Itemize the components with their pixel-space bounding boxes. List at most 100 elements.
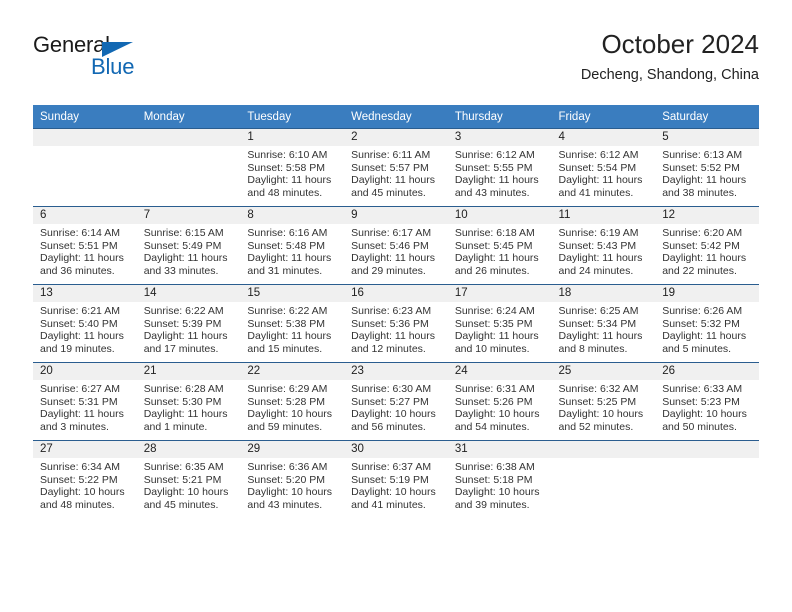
- sunrise-text: Sunrise: 6:35 AM: [143, 461, 224, 473]
- day-cell[interactable]: 29 Sunrise: 6:36 AM Sunset: 5:20 PM Dayligh…: [240, 440, 345, 518]
- day-cell[interactable]: 22 Sunrise: 6:29 AM Sunset: 5:28 PM Dayligh…: [240, 362, 345, 440]
- day-cell[interactable]: 4 Sunrise: 6:12 AM Sunset: 5:54 PM Daylight…: [551, 128, 656, 206]
- day-cell[interactable]: 7 Sunrise: 6:15 AM Sunset: 5:49 PM Daylight…: [136, 206, 241, 284]
- daylight-text: Daylight: 11 hours and 19 minutes.: [40, 330, 124, 355]
- day-cell[interactable]: 17 Sunrise: 6:24 AM Sunset: 5:35 PM Dayligh…: [447, 284, 552, 362]
- daylight-text: Daylight: 10 hours and 52 minutes.: [558, 408, 644, 433]
- day-cell[interactable]: 15 Sunrise: 6:22 AM Sunset: 5:38 PM Dayligh…: [240, 284, 345, 362]
- day-sun-info: Sunrise: 6:28 AM Sunset: 5:30 PM Daylight:…: [137, 380, 241, 433]
- day-number: 29: [240, 441, 345, 458]
- sunrise-text: Sunrise: 6:14 AM: [40, 227, 120, 239]
- daylight-text: Daylight: 10 hours and 54 minutes.: [454, 408, 540, 433]
- daylight-text: Daylight: 11 hours and 10 minutes.: [454, 330, 539, 355]
- sunset-text: Sunset: 5:30 PM: [143, 395, 222, 408]
- day-sun-info: Sunrise: 6:25 AM Sunset: 5:34 PM Daylight:…: [552, 302, 656, 355]
- sunrise-text: Sunrise: 6:38 AM: [454, 461, 535, 473]
- sunrise-text: Sunrise: 6:36 AM: [247, 461, 328, 473]
- day-sun-info: Sunrise: 6:36 AM Sunset: 5:20 PM Daylight:…: [240, 458, 344, 511]
- day-cell[interactable]: 2 Sunrise: 6:11 AM Sunset: 5:57 PM Daylight…: [344, 128, 448, 206]
- day-cell[interactable]: 28 Sunrise: 6:35 AM Sunset: 5:21 PM Dayligh…: [136, 440, 241, 518]
- day-cell[interactable]: 9 Sunrise: 6:17 AM Sunset: 5:46 PM Daylight…: [344, 206, 448, 284]
- day-number: 13: [33, 285, 137, 302]
- sunset-text: Sunset: 5:40 PM: [40, 317, 118, 330]
- day-sun-info: Sunrise: 6:34 AM Sunset: 5:22 PM Daylight:…: [33, 458, 137, 511]
- day-cell[interactable]: 21 Sunrise: 6:28 AM Sunset: 5:30 PM Dayligh…: [136, 362, 241, 440]
- daylight-text: Daylight: 11 hours and 31 minutes.: [247, 252, 332, 277]
- day-sun-info: Sunrise: 6:17 AM Sunset: 5:46 PM Daylight:…: [344, 224, 448, 277]
- day-cell[interactable]: 31 Sunrise: 6:38 AM Sunset: 5:18 PM Dayligh…: [447, 440, 552, 518]
- sunrise-text: Sunrise: 6:10 AM: [247, 149, 328, 161]
- day-number: 19: [655, 285, 759, 302]
- day-sun-info: Sunrise: 6:30 AM Sunset: 5:27 PM Daylight:…: [344, 380, 448, 433]
- daylight-text: Daylight: 10 hours and 48 minutes.: [40, 486, 125, 511]
- day-cell[interactable]: 8 Sunrise: 6:16 AM Sunset: 5:48 PM Daylight…: [240, 206, 345, 284]
- day-cell[interactable]: 14 Sunrise: 6:22 AM Sunset: 5:39 PM Dayligh…: [136, 284, 241, 362]
- day-cell[interactable]: 1 Sunrise: 6:10 AM Sunset: 5:58 PM Daylight…: [240, 128, 345, 206]
- day-cell[interactable]: 19 Sunrise: 6:26 AM Sunset: 5:32 PM Dayligh…: [655, 284, 759, 362]
- sunset-text: Sunset: 5:19 PM: [351, 473, 429, 486]
- day-sun-info: Sunrise: 6:38 AM Sunset: 5:18 PM Daylight:…: [448, 458, 552, 511]
- sunrise-text: Sunrise: 6:30 AM: [351, 383, 432, 395]
- daylight-text: Daylight: 10 hours and 56 minutes.: [351, 408, 436, 433]
- month-calendar: Sunday Monday Tuesday Wednesday Thursday Frid…: [33, 105, 759, 518]
- day-cell[interactable]: 12 Sunrise: 6:20 AM Sunset: 5:42 PM Dayligh…: [655, 206, 759, 284]
- day-cell-empty: [136, 128, 241, 206]
- day-cell[interactable]: 6 Sunrise: 6:14 AM Sunset: 5:51 PM Daylight…: [33, 206, 137, 284]
- day-cell[interactable]: 24 Sunrise: 6:31 AM Sunset: 5:26 PM Dayligh…: [447, 362, 552, 440]
- day-cell[interactable]: 26 Sunrise: 6:33 AM Sunset: 5:23 PM Dayligh…: [655, 362, 759, 440]
- sunrise-text: Sunrise: 6:27 AM: [40, 383, 120, 395]
- day-cell[interactable]: 13 Sunrise: 6:21 AM Sunset: 5:40 PM Dayligh…: [33, 284, 137, 362]
- day-sun-info: Sunrise: 6:27 AM Sunset: 5:31 PM Daylight:…: [33, 380, 137, 433]
- day-cell[interactable]: 23 Sunrise: 6:30 AM Sunset: 5:27 PM Dayligh…: [344, 362, 448, 440]
- sunset-text: Sunset: 5:48 PM: [247, 239, 326, 252]
- day-cell[interactable]: 16 Sunrise: 6:23 AM Sunset: 5:36 PM Dayligh…: [344, 284, 448, 362]
- weekday-header-sunday: Sunday: [33, 105, 137, 128]
- day-cell[interactable]: 20 Sunrise: 6:27 AM Sunset: 5:31 PM Dayligh…: [33, 362, 137, 440]
- day-number: 6: [33, 207, 137, 224]
- daylight-text: Daylight: 10 hours and 45 minutes.: [143, 486, 229, 511]
- general-blue-logo[interactable]: General Blue: [33, 32, 233, 92]
- day-cell-empty: [551, 440, 656, 518]
- day-number: 2: [344, 129, 448, 146]
- sunset-text: Sunset: 5:31 PM: [40, 395, 118, 408]
- sunrise-text: Sunrise: 6:31 AM: [454, 383, 535, 395]
- day-cell[interactable]: 5 Sunrise: 6:13 AM Sunset: 5:52 PM Daylight…: [655, 128, 759, 206]
- day-number: 18: [551, 285, 656, 302]
- weekday-header-wednesday: Wednesday: [344, 105, 448, 128]
- calendar-body: 1 Sunrise: 6:10 AM Sunset: 5:58 PM Daylight…: [33, 128, 759, 518]
- day-number: 17: [447, 285, 552, 302]
- day-number: [33, 129, 137, 146]
- sunrise-text: Sunrise: 6:12 AM: [558, 149, 639, 161]
- weekday-header-monday: Monday: [136, 105, 241, 128]
- weekday-header-saturday: Saturday: [655, 105, 759, 128]
- day-cell[interactable]: 11 Sunrise: 6:19 AM Sunset: 5:43 PM Dayligh…: [551, 206, 656, 284]
- sunset-text: Sunset: 5:42 PM: [662, 239, 740, 252]
- day-number: [655, 441, 759, 458]
- sunset-text: Sunset: 5:57 PM: [351, 161, 429, 174]
- day-sun-info: Sunrise: 6:21 AM Sunset: 5:40 PM Daylight:…: [33, 302, 137, 355]
- day-cell[interactable]: 30 Sunrise: 6:37 AM Sunset: 5:19 PM Dayligh…: [344, 440, 448, 518]
- day-number: 24: [447, 363, 552, 380]
- sunrise-text: Sunrise: 6:34 AM: [40, 461, 120, 473]
- sunset-text: Sunset: 5:22 PM: [40, 473, 118, 486]
- page-title: October 2024: [601, 29, 759, 59]
- day-sun-info: Sunrise: 6:37 AM Sunset: 5:19 PM Daylight:…: [344, 458, 448, 511]
- daylight-text: Daylight: 11 hours and 24 minutes.: [558, 252, 643, 277]
- sunrise-text: Sunrise: 6:15 AM: [143, 227, 224, 239]
- daylight-text: Daylight: 11 hours and 33 minutes.: [143, 252, 228, 277]
- day-cell[interactable]: 3 Sunrise: 6:12 AM Sunset: 5:55 PM Daylight…: [447, 128, 552, 206]
- sunrise-text: Sunrise: 6:23 AM: [351, 305, 432, 317]
- day-number: 1: [240, 129, 345, 146]
- day-cell[interactable]: 10 Sunrise: 6:18 AM Sunset: 5:45 PM Dayligh…: [447, 206, 552, 284]
- day-number: [136, 129, 241, 146]
- calendar-header-row: Sunday Monday Tuesday Wednesday Thursday Frid…: [33, 105, 759, 128]
- day-cell[interactable]: 18 Sunrise: 6:25 AM Sunset: 5:34 PM Dayligh…: [551, 284, 656, 362]
- page-header: General Blue October 2024 Decheng, Shand…: [33, 28, 759, 100]
- day-cell[interactable]: 25 Sunrise: 6:32 AM Sunset: 5:25 PM Dayligh…: [551, 362, 656, 440]
- daylight-text: Daylight: 11 hours and 8 minutes.: [558, 330, 643, 355]
- day-number: 27: [33, 441, 137, 458]
- day-cell[interactable]: 27 Sunrise: 6:34 AM Sunset: 5:22 PM Dayligh…: [33, 440, 137, 518]
- daylight-text: Daylight: 11 hours and 5 minutes.: [662, 330, 747, 355]
- day-number: 28: [136, 441, 241, 458]
- day-sun-info: Sunrise: 6:24 AM Sunset: 5:35 PM Daylight:…: [448, 302, 552, 355]
